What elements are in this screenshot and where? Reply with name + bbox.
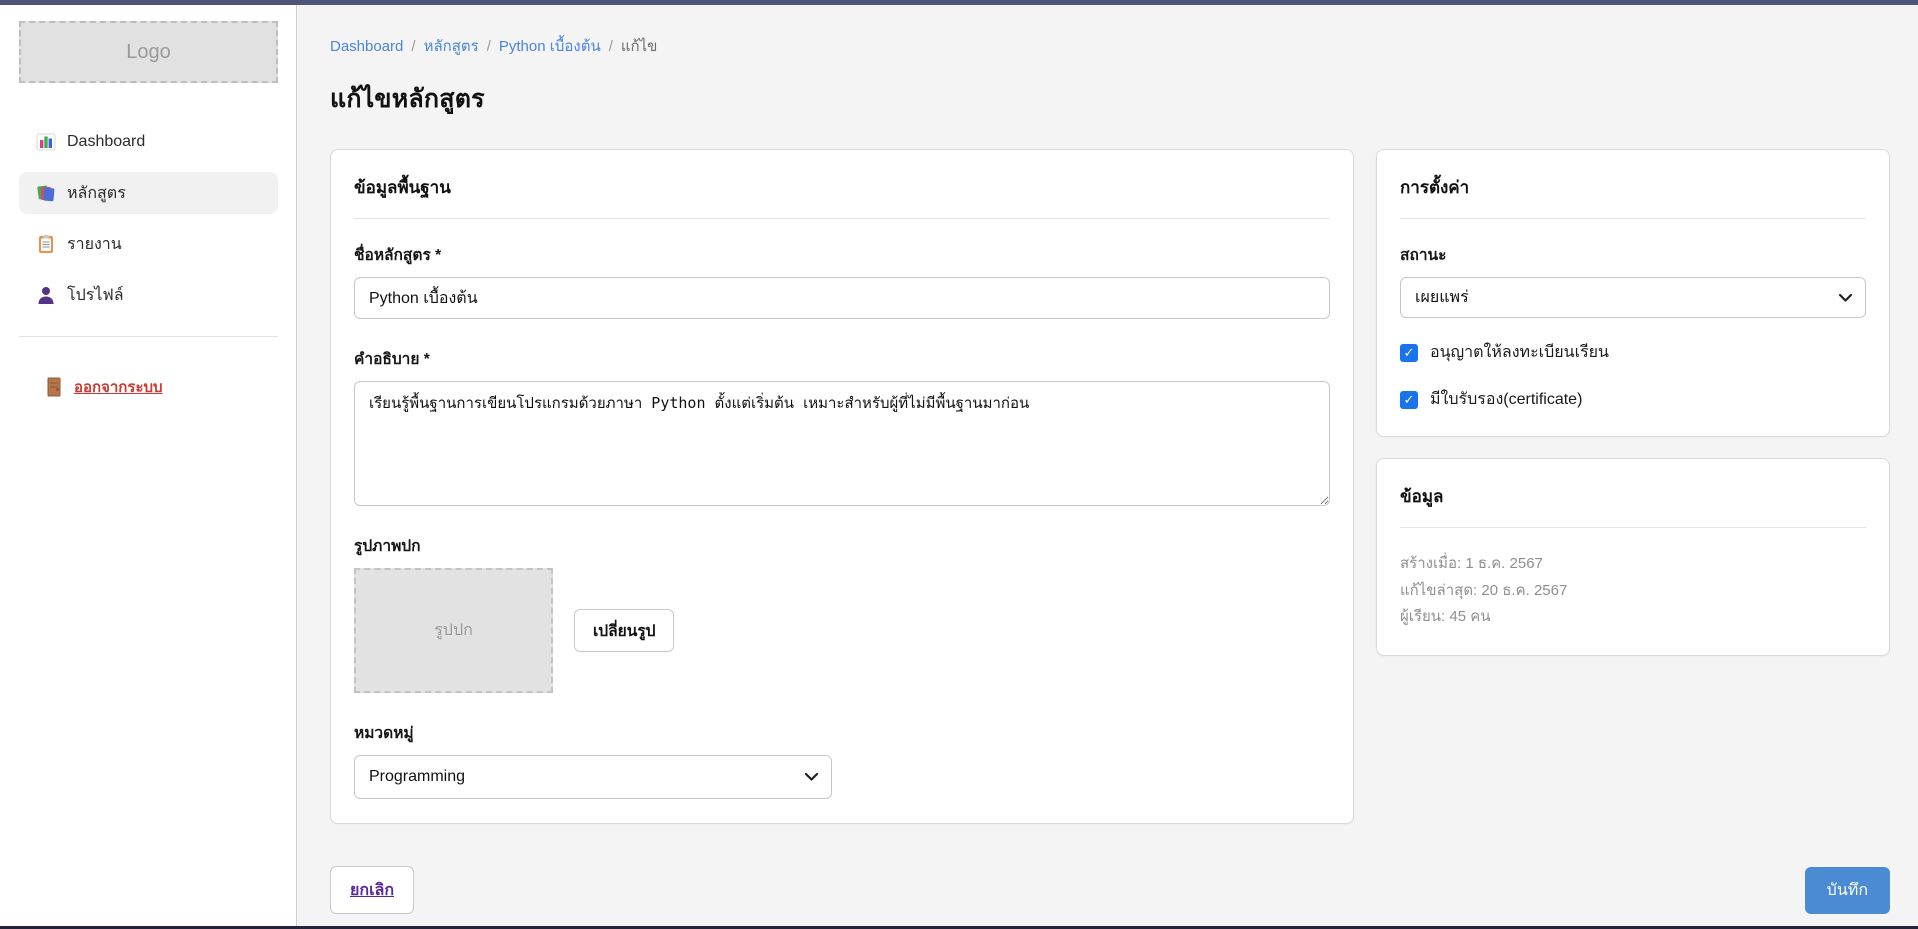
chevron-down-icon bbox=[1839, 294, 1852, 302]
sidebar-item-label: หลักสูตร bbox=[67, 181, 126, 206]
basic-info-card: ข้อมูลพื้นฐาน ชื่อหลักสูตร * คำอธิบาย * … bbox=[330, 149, 1354, 824]
logo-text: Logo bbox=[126, 41, 171, 64]
dashboard-chart-icon bbox=[36, 132, 56, 152]
breadcrumb-link-courses[interactable]: หลักสูตร bbox=[424, 34, 479, 58]
breadcrumb-separator: / bbox=[411, 38, 415, 55]
breadcrumb-current: แก้ไข bbox=[621, 34, 658, 58]
sidebar-nav: Dashboard หลักสูตร bbox=[19, 121, 278, 316]
breadcrumb-link-dashboard[interactable]: Dashboard bbox=[330, 38, 403, 55]
basic-info-title: ข้อมูลพื้นฐาน bbox=[354, 174, 1330, 201]
person-icon bbox=[36, 285, 56, 305]
app-root: Logo Dashboard หลักสูตร bbox=[0, 0, 1918, 929]
window-top-bar bbox=[0, 0, 1918, 5]
change-image-button[interactable]: เปลี่ยนรูป bbox=[574, 609, 674, 652]
cover-placeholder-text: รูปปก bbox=[434, 618, 473, 643]
cover-image-row: รูปปก เปลี่ยนรูป bbox=[354, 568, 1330, 693]
clipboard-icon bbox=[36, 234, 56, 254]
description-label: คำอธิบาย * bbox=[354, 346, 1330, 371]
sidebar-item-reports[interactable]: รายงาน bbox=[19, 223, 278, 265]
info-title: ข้อมูล bbox=[1400, 483, 1866, 510]
certificate-label: มีใบรับรอง(certificate) bbox=[1430, 387, 1582, 412]
created-date-text: สร้างเมื่อ: 1 ธ.ค. 2567 bbox=[1400, 551, 1866, 578]
sidebar-item-label: โปรไฟล์ bbox=[67, 283, 124, 308]
card-divider bbox=[1400, 527, 1866, 528]
status-selected-value: เผยแพร่ bbox=[1415, 285, 1469, 310]
form-actions: ยกเลิก บันทึก bbox=[330, 866, 1890, 914]
page-title: แก้ไขหลักสูตร bbox=[330, 79, 1890, 119]
description-textarea[interactable]: เรียนรู้พื้นฐานการเขียนโปรแกรมด้วยภาษา P… bbox=[354, 381, 1330, 506]
learner-count-text: ผู้เรียน: 45 คน bbox=[1400, 604, 1866, 631]
breadcrumb-link-course[interactable]: Python เบื้องต้น bbox=[499, 34, 601, 58]
sidebar-item-dashboard[interactable]: Dashboard bbox=[19, 121, 278, 163]
cover-image-label: รูปภาพปก bbox=[354, 533, 1330, 558]
sidebar-item-label: Dashboard bbox=[67, 133, 145, 151]
course-name-label: ชื่อหลักสูตร * bbox=[354, 242, 1330, 267]
sidebar-item-profile[interactable]: โปรไฟล์ bbox=[19, 274, 278, 316]
cancel-button[interactable]: ยกเลิก bbox=[330, 866, 414, 914]
status-select[interactable]: เผยแพร่ bbox=[1400, 277, 1866, 318]
allow-enrollment-label: อนุญาตให้ลงทะเบียนเรียน bbox=[1430, 340, 1609, 365]
sidebar-item-courses[interactable]: หลักสูตร bbox=[19, 172, 278, 214]
books-icon bbox=[36, 183, 56, 203]
sidebar: Logo Dashboard หลักสูตร bbox=[0, 5, 297, 929]
category-select[interactable]: Programming bbox=[354, 755, 832, 799]
breadcrumb-separator: / bbox=[609, 38, 613, 55]
breadcrumb-separator: / bbox=[487, 38, 491, 55]
info-card: ข้อมูล สร้างเมื่อ: 1 ธ.ค. 2567 แก้ไขล่าส… bbox=[1376, 458, 1890, 656]
logout-link[interactable]: ออกจากระบบ bbox=[19, 375, 278, 399]
category-selected-value: Programming bbox=[369, 768, 465, 786]
save-button[interactable]: บันทึก bbox=[1805, 867, 1890, 914]
checkbox-checked-icon[interactable] bbox=[1400, 391, 1418, 409]
logout-label: ออกจากระบบ bbox=[74, 375, 163, 399]
course-name-input[interactable] bbox=[354, 277, 1330, 319]
status-label: สถานะ bbox=[1400, 242, 1866, 267]
last-edited-text: แก้ไขล่าสุด: 20 ธ.ค. 2567 bbox=[1400, 578, 1866, 605]
logo-placeholder: Logo bbox=[19, 21, 278, 83]
door-icon bbox=[46, 377, 62, 397]
card-divider bbox=[1400, 218, 1866, 219]
checkbox-checked-icon[interactable] bbox=[1400, 344, 1418, 362]
right-column: การตั้งค่า สถานะ เผยแพร่ อนุญาตให้ลงทะเบ… bbox=[1376, 149, 1890, 656]
settings-title: การตั้งค่า bbox=[1400, 174, 1866, 201]
category-label: หมวดหมู่ bbox=[354, 720, 1330, 745]
content-row: ข้อมูลพื้นฐาน ชื่อหลักสูตร * คำอธิบาย * … bbox=[330, 149, 1890, 824]
settings-card: การตั้งค่า สถานะ เผยแพร่ อนุญาตให้ลงทะเบ… bbox=[1376, 149, 1890, 437]
breadcrumb: Dashboard / หลักสูตร / Python เบื้องต้น … bbox=[330, 34, 1890, 58]
chevron-down-icon bbox=[805, 773, 818, 781]
cover-image-placeholder: รูปปก bbox=[354, 568, 553, 693]
sidebar-item-label: รายงาน bbox=[67, 232, 122, 257]
card-divider bbox=[354, 218, 1330, 219]
main-content: Dashboard / หลักสูตร / Python เบื้องต้น … bbox=[297, 5, 1918, 929]
allow-enrollment-checkbox-row[interactable]: อนุญาตให้ลงทะเบียนเรียน bbox=[1400, 340, 1866, 365]
certificate-checkbox-row[interactable]: มีใบรับรอง(certificate) bbox=[1400, 387, 1866, 412]
sidebar-divider bbox=[19, 336, 278, 337]
